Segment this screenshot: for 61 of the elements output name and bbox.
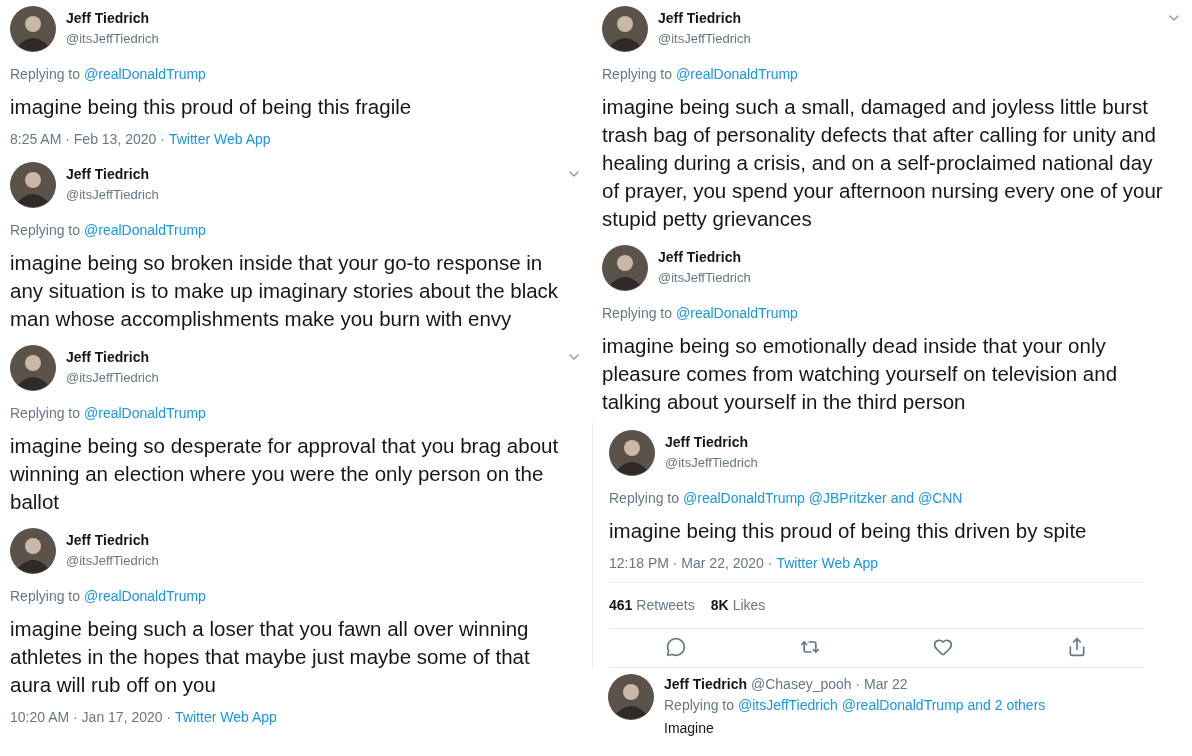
stat-label[interactable]: Retweets [636,595,695,616]
author-name[interactable]: Jeff Tiedrich [66,347,556,368]
replying-label: Replying to [10,587,81,606]
replying-label: Replying to [602,304,673,323]
mention-link[interactable]: @realDonaldTrump [676,303,798,324]
tweet-text: imagine being this proud of being this driven by spite [609,518,1088,544]
stat-count: 8K [710,596,729,615]
mention-link[interactable]: @realDonaldTrump [84,586,206,607]
tweet-text: imagine being such a small, damaged and joyless little burst trash bag of personality defects that after calling for unity and healing during a crisis, and on a self-proclaimed national day of prayer, you spend your afternoon nursing every one of your stupid petty grievances [602,94,1164,232]
tweet-text: imagine being this proud of being this fragile [10,94,413,120]
author-handle: @itsJeffTiedrich [658,269,752,287]
avatar [602,6,648,52]
author-name[interactable]: Jeff Tiedrich [658,247,1182,268]
author-name[interactable]: Jeff Tiedrich [665,432,1176,453]
avatar [609,430,655,476]
author-handle: @itsJeffTiedrich [66,30,160,48]
tweet-text: imagine being so desperate for approval that you brag about winning an election where you were the only person on the ballot [10,433,560,515]
replying-label: Replying to [664,696,735,715]
tweet-text: imagine being so broken inside that your go-to response in any situation is to make up imaginary stories about the black man whose accomplishments make you burn with envy [10,250,560,332]
author-handle: @itsJeffTiedrich [658,30,752,48]
mention-link[interactable]: @realDonaldTrump [84,220,206,241]
author-name[interactable]: Jeff Tiedrich [658,8,1156,29]
avatar [608,674,654,720]
mention-link[interactable]: @itsJeffTiedrich @realDonaldTrump and 2 others [738,695,1046,716]
timestamp: 12:18 PM · Mar 22, 2020 · [609,554,773,573]
source-link[interactable]: Twitter Web App [168,129,271,150]
avatar [602,245,648,291]
tweet-text: imagine being such a loser that you fawn all over winning athletes in the hopes that maybe just maybe some of that aura will rub off on you [10,616,531,698]
avatar [10,6,56,52]
author-handle: @itsJeffTiedrich [665,454,759,472]
author-handle: @Chasey_pooh · Mar 22 [751,675,908,694]
mention-link[interactable]: @realDonaldTrump @JBPritzker and @CNN [683,488,963,509]
timestamp: 10:20 AM · Jan 17, 2020 · [10,708,172,727]
avatar [10,345,56,391]
tweet-text: Imagine [664,719,715,738]
author-handle: @itsJeffTiedrich [66,186,160,204]
author-name[interactable]: Jeff Tiedrich [66,8,582,29]
avatar [10,528,56,574]
source-link[interactable]: Twitter Web App [175,707,277,728]
stat-count: 461 [609,596,633,615]
mention-link[interactable]: @realDonaldTrump [84,64,206,85]
mention-link[interactable]: @realDonaldTrump [84,403,206,424]
reply-icon[interactable] [665,637,686,657]
share-icon[interactable] [1067,637,1088,657]
stat-label[interactable]: Likes [732,595,766,616]
author-name[interactable]: Jeff Tiedrich [66,164,556,185]
avatar [10,162,56,208]
replying-label: Replying to [609,489,680,508]
replying-label: Replying to [10,221,81,240]
author-name[interactable]: Jeff Tiedrich [66,530,582,551]
author-handle: @itsJeffTiedrich [66,369,160,387]
author-handle: @itsJeffTiedrich [66,552,160,570]
tweet-text: imagine being so emotionally dead inside that your only pleasure comes from watching yourself on television and talking about yourself in the third person [602,333,1119,415]
replying-label: Replying to [602,65,673,84]
author-name[interactable]: Jeff Tiedrich [664,674,747,695]
timestamp: 8:25 AM · Feb 13, 2020 · [10,130,165,149]
like-icon[interactable] [933,637,954,657]
replying-label: Replying to [10,65,81,84]
mention-link[interactable]: @realDonaldTrump [676,64,798,85]
source-link[interactable]: Twitter Web App [776,553,879,574]
replying-label: Replying to [10,404,81,423]
